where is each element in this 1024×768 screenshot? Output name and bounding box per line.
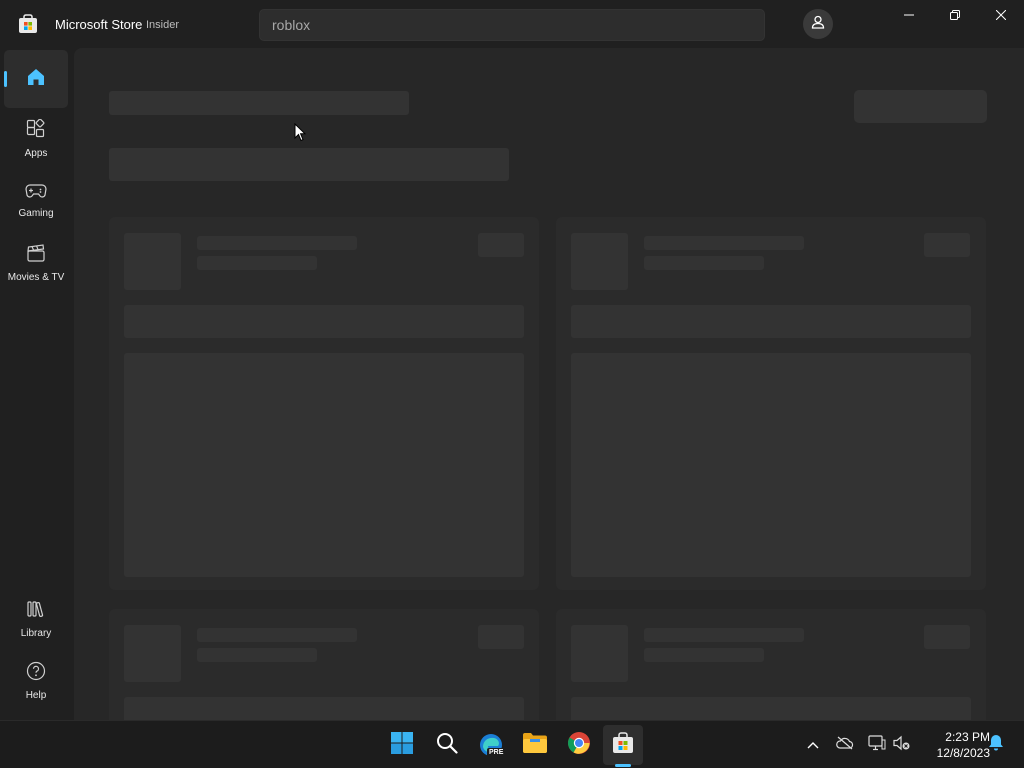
onedrive-offline-icon: [836, 736, 854, 755]
sidebar-item-home[interactable]: [4, 50, 68, 108]
volume-muted-icon: [893, 735, 911, 756]
edge-preview-icon: PRE: [479, 733, 506, 757]
sidebar-item-movies-tv[interactable]: Movies & TV: [4, 234, 68, 292]
account-button[interactable]: [803, 9, 833, 39]
skeleton-card-preview: [124, 353, 524, 577]
skeleton-card-line: [197, 628, 357, 642]
skeleton-card-preview: [571, 353, 971, 577]
chrome-icon: [567, 731, 591, 760]
skeleton-card-button: [924, 233, 970, 257]
taskbar-clock[interactable]: 2:23 PM 12/8/2023: [916, 729, 990, 761]
skeleton-card-image: [571, 233, 628, 290]
skeleton-card-image: [571, 625, 628, 682]
skeleton-card-bar: [124, 305, 524, 338]
microsoft-store-window: Microsoft Store Insider roblox Apps Gami…: [0, 0, 1024, 720]
network-button[interactable]: [865, 733, 889, 757]
sidebar-item-library[interactable]: Library: [4, 590, 68, 648]
skeleton-button: [854, 90, 987, 123]
clapperboard-icon: [26, 243, 46, 268]
apps-icon: [26, 118, 46, 144]
clock-time: 2:23 PM: [945, 730, 990, 744]
skeleton-card-line: [644, 648, 764, 662]
skeleton-subtitle: [109, 148, 509, 181]
bell-icon: [988, 734, 1004, 756]
skeleton-card-line: [197, 256, 317, 270]
close-button[interactable]: [978, 0, 1024, 32]
skeleton-card: [556, 609, 986, 720]
sidebar-item-label: Help: [25, 690, 47, 701]
taskbar: PRE 2:23 PM 12/8/2023: [0, 720, 1024, 768]
sidebar-item-label: Library: [20, 628, 52, 639]
network-icon: [868, 734, 886, 756]
home-icon: [26, 67, 46, 92]
skeleton-card: [556, 217, 986, 590]
clock-date: 12/8/2023: [936, 746, 990, 760]
mouse-cursor-icon: [294, 122, 307, 147]
person-icon: [811, 15, 825, 34]
restore-icon: [950, 7, 960, 25]
microsoft-store-logo-icon: [18, 14, 38, 34]
show-hidden-icons-button[interactable]: [801, 733, 825, 757]
sidebar-item-apps[interactable]: Apps: [4, 110, 68, 168]
skeleton-card-line: [644, 236, 804, 250]
volume-button[interactable]: [890, 733, 914, 757]
edge-pre-badge: PRE: [487, 748, 506, 757]
help-icon: [26, 661, 46, 686]
active-app-indicator: [615, 764, 631, 767]
skeleton-card-button: [478, 233, 524, 257]
skeleton-card: [109, 217, 539, 590]
skeleton-card-line: [644, 628, 804, 642]
windows-start-icon: [390, 731, 414, 760]
start-button[interactable]: [382, 725, 422, 765]
notification-button[interactable]: [984, 733, 1008, 757]
taskbar-chrome-button[interactable]: [559, 725, 599, 765]
skeleton-card: [109, 609, 539, 720]
sidebar-item-label: Apps: [24, 148, 48, 159]
minimize-icon: [904, 7, 914, 25]
file-explorer-icon: [522, 732, 548, 759]
restore-button[interactable]: [932, 0, 978, 32]
close-icon: [995, 7, 1007, 25]
skeleton-card-bar: [571, 697, 971, 720]
microsoft-store-icon: [612, 731, 634, 759]
insider-badge: Insider: [146, 19, 180, 31]
taskbar-store-button[interactable]: [603, 725, 643, 765]
navigation-sidebar: Apps Gaming Movies & TV Library Help: [0, 48, 74, 720]
content-loading-skeleton: [74, 48, 1024, 720]
app-title: Microsoft Store: [55, 17, 143, 32]
library-icon: [26, 599, 46, 624]
search-input[interactable]: roblox: [259, 9, 765, 41]
skeleton-card-button: [478, 625, 524, 649]
skeleton-card-bar: [124, 697, 524, 720]
chevron-up-icon: [807, 736, 819, 754]
active-indicator: [4, 71, 7, 87]
sidebar-item-help[interactable]: Help: [4, 652, 68, 710]
taskbar-edge-button[interactable]: PRE: [471, 725, 511, 765]
skeleton-card-line: [197, 648, 317, 662]
skeleton-title: [109, 91, 409, 115]
sidebar-item-gaming[interactable]: Gaming: [4, 172, 68, 230]
gamepad-icon: [25, 183, 47, 204]
skeleton-card-image: [124, 233, 181, 290]
sidebar-item-label: Movies & TV: [7, 272, 65, 283]
minimize-button[interactable]: [886, 0, 932, 32]
skeleton-card-bar: [571, 305, 971, 338]
search-input-value: roblox: [272, 17, 311, 33]
skeleton-card-button: [924, 625, 970, 649]
skeleton-card-image: [124, 625, 181, 682]
search-icon: [436, 732, 458, 759]
onedrive-button[interactable]: [833, 733, 857, 757]
taskbar-file-explorer-button[interactable]: [515, 725, 555, 765]
sidebar-item-label: Gaming: [18, 208, 54, 219]
skeleton-card-line: [197, 236, 357, 250]
skeleton-card-line: [644, 256, 764, 270]
taskbar-search-button[interactable]: [427, 725, 467, 765]
title-bar: Microsoft Store Insider roblox: [0, 0, 1024, 48]
